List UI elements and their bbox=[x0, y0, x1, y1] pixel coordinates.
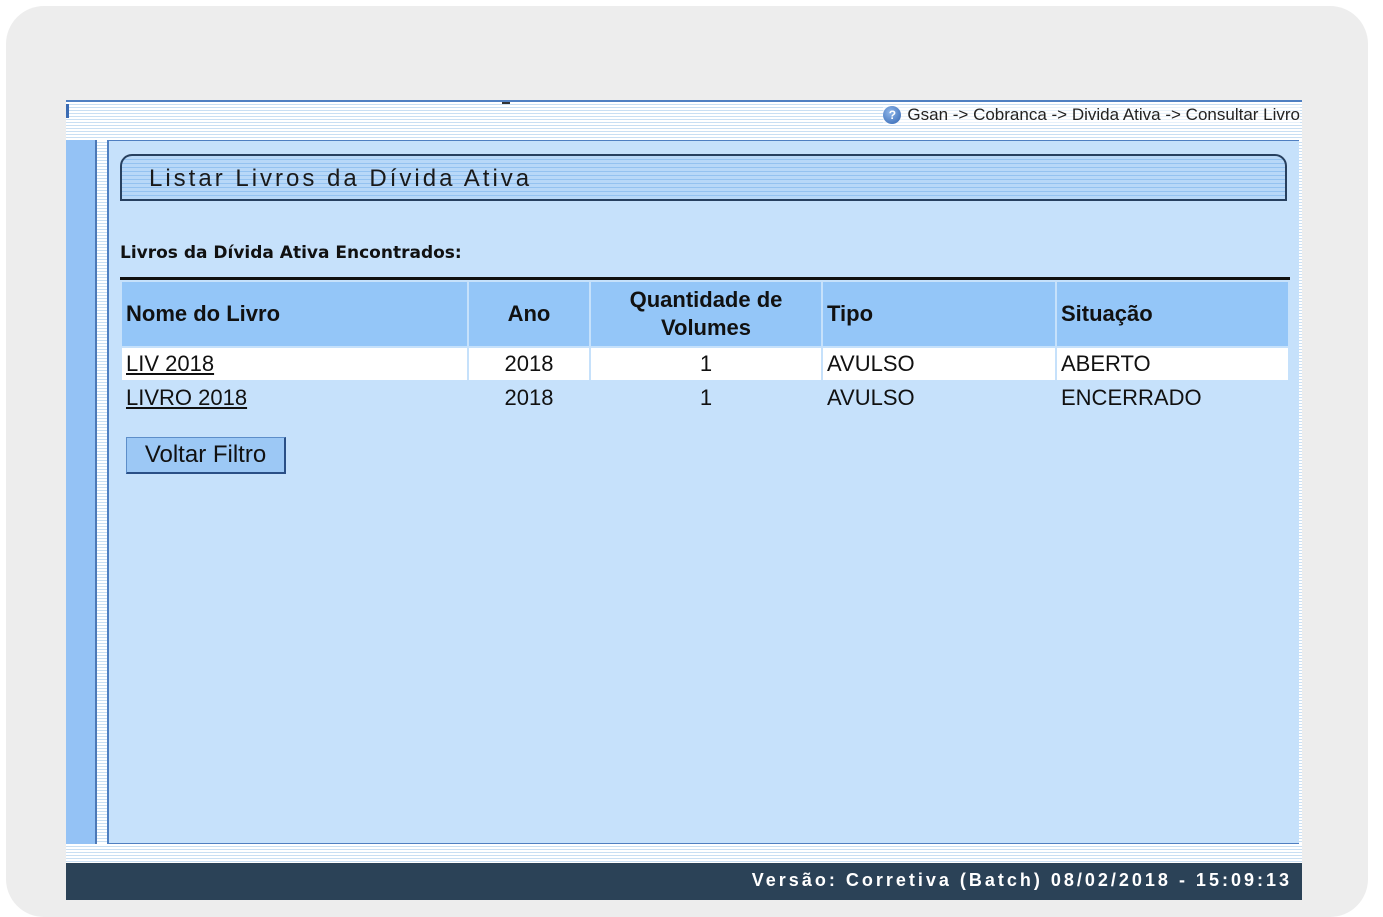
cell-nome: LIV 2018 bbox=[122, 348, 467, 380]
column-header-quantidade: Quantidade de Volumes bbox=[591, 282, 821, 346]
sidebar-stripes bbox=[97, 140, 107, 844]
results-table-wrap: Nome do Livro Ano Quantidade de Volumes … bbox=[120, 277, 1290, 416]
top-bar-marker bbox=[66, 104, 69, 118]
breadcrumb-text: Gsan -> Cobranca -> Divida Ativa -> Cons… bbox=[907, 105, 1300, 124]
top-bar-dot bbox=[502, 102, 510, 104]
book-link[interactable]: LIV 2018 bbox=[126, 351, 214, 376]
column-header-tipo: Tipo bbox=[823, 282, 1055, 346]
cell-ano: 2018 bbox=[469, 348, 589, 380]
results-table: Nome do Livro Ano Quantidade de Volumes … bbox=[120, 280, 1290, 416]
breadcrumb: ? Gsan -> Cobranca -> Divida Ativa -> Co… bbox=[883, 105, 1300, 125]
top-bar: ? Gsan -> Cobranca -> Divida Ativa -> Co… bbox=[66, 100, 1302, 132]
table-row: LIVRO 2018 2018 1 AVULSO ENCERRADO bbox=[122, 382, 1288, 414]
back-to-filter-button[interactable]: Voltar Filtro bbox=[126, 437, 286, 474]
column-header-nome: Nome do Livro bbox=[122, 282, 467, 346]
cell-nome: LIVRO 2018 bbox=[122, 382, 467, 414]
book-link[interactable]: LIVRO 2018 bbox=[126, 385, 247, 410]
page-title-box: Listar Livros da Dívida Ativa bbox=[120, 154, 1287, 201]
cell-situacao: ENCERRADO bbox=[1057, 382, 1288, 414]
cell-quantidade: 1 bbox=[591, 382, 821, 414]
results-label: Livros da Dívida Ativa Encontrados: bbox=[120, 243, 462, 263]
help-icon[interactable]: ? bbox=[883, 106, 902, 124]
cell-quantidade: 1 bbox=[591, 348, 821, 380]
footer-stripes bbox=[66, 844, 1302, 863]
page-title: Listar Livros da Dívida Ativa bbox=[149, 165, 533, 192]
right-stripes bbox=[1299, 140, 1302, 844]
cell-situacao: ABERTO bbox=[1057, 348, 1288, 380]
version-text: Versão: Corretiva (Batch) 08/02/2018 - 1… bbox=[751, 870, 1292, 890]
footer-bar: Versão: Corretiva (Batch) 08/02/2018 - 1… bbox=[66, 863, 1302, 900]
column-header-situacao: Situação bbox=[1057, 282, 1288, 346]
header-stripes bbox=[66, 132, 1302, 140]
table-row: LIV 2018 2018 1 AVULSO ABERTO bbox=[122, 348, 1288, 380]
cell-tipo: AVULSO bbox=[823, 382, 1055, 414]
main-content: Listar Livros da Dívida Ativa Livros da … bbox=[107, 140, 1300, 844]
cell-ano: 2018 bbox=[469, 382, 589, 414]
table-header-row: Nome do Livro Ano Quantidade de Volumes … bbox=[122, 282, 1288, 346]
app-window: ? Gsan -> Cobranca -> Divida Ativa -> Co… bbox=[66, 100, 1302, 900]
cell-tipo: AVULSO bbox=[823, 348, 1055, 380]
left-sidebar bbox=[66, 140, 97, 844]
column-header-ano: Ano bbox=[469, 282, 589, 346]
